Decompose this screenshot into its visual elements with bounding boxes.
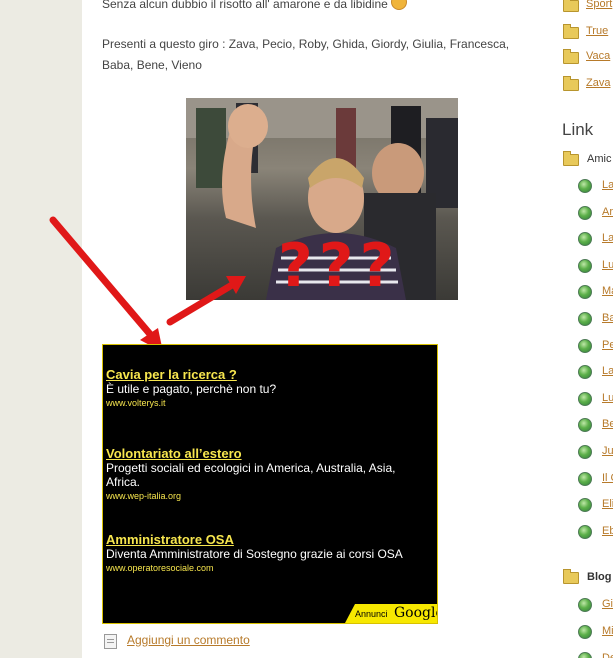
sidebar-link-item[interactable]: Il C — [560, 471, 613, 487]
ad-title-link[interactable]: Volontariato all’estero — [106, 446, 426, 461]
links-category-blog[interactable]: Blog — [560, 569, 613, 586]
sidebar-link-label[interactable]: Mi — [602, 625, 613, 637]
globe-icon — [578, 471, 592, 486]
sidebar-category-item[interactable]: Zava — [560, 76, 613, 93]
sidebar-category-item[interactable]: Sport — [560, 0, 613, 14]
post-photo: ??? — [186, 98, 458, 300]
sidebar-link-item[interactable]: La — [560, 364, 613, 380]
sidebar-link-label[interactable]: Il C — [602, 472, 613, 484]
globe-icon — [578, 312, 592, 326]
sidebar-link-item[interactable]: Lu — [560, 258, 613, 274]
ad-title-link[interactable]: Cavia per la ricerca ? — [106, 367, 426, 382]
sidebar-link-item[interactable]: Mi — [560, 624, 613, 640]
sidebar-link-label[interactable]: La — [602, 232, 613, 244]
links-category-amici[interactable]: Amic — [560, 151, 613, 168]
sidebar-link-item[interactable]: Ju — [560, 444, 613, 460]
smiley-icon — [390, 0, 407, 10]
sidebar-link-label[interactable]: Ar — [602, 206, 613, 218]
folder-icon — [563, 0, 579, 12]
sidebar-category-label[interactable]: Vaca — [586, 50, 610, 62]
globe-icon — [578, 232, 592, 247]
folder-icon — [563, 76, 579, 91]
ad-item[interactable]: Cavia per la ricerca ? È utile e pagato,… — [106, 367, 426, 408]
sidebar-link-item[interactable]: Pe — [560, 338, 613, 354]
sidebar-link-label[interactable]: Pe — [602, 339, 613, 351]
ad-item[interactable]: Volontariato all’estero Progetti sociali… — [106, 446, 426, 501]
ad-description: È utile e pagato, perchè non tu? — [106, 382, 277, 396]
globe-icon — [578, 179, 592, 193]
links-category-label: Blog — [587, 571, 612, 583]
sidebar-category-item[interactable]: Vaca — [560, 49, 613, 66]
links-category-label: Amic — [587, 153, 612, 165]
ad-description: Progetti sociali ed ecologici in America… — [106, 461, 396, 489]
folder-icon — [563, 49, 579, 64]
sidebar-link-label[interactable]: Be — [602, 418, 613, 430]
ad-item[interactable]: Amministratore OSA Diventa Amministrator… — [106, 532, 426, 573]
globe-icon — [578, 338, 592, 353]
sidebar-link-item[interactable]: Ma — [560, 284, 613, 300]
sidebar-link-label[interactable]: Lu — [602, 259, 613, 271]
links-heading: Link — [562, 120, 594, 139]
globe-icon — [578, 391, 592, 406]
globe-icon — [578, 418, 592, 433]
sidebar-link-item[interactable]: Be — [560, 417, 613, 433]
folder-icon — [563, 151, 579, 166]
post-text-line: Senza alcun dubbio il risotto all' amaro… — [102, 0, 442, 15]
sidebar-link-label[interactable]: Gi — [602, 598, 613, 610]
annunci-google-badge[interactable]: Annunci Google — [345, 604, 437, 623]
sidebar-category-label[interactable]: Zava — [586, 77, 610, 89]
question-marks-overlay: ??? — [278, 231, 401, 300]
attendees-text: Presenti a questo giro : Zava, Pecio, Ro… — [102, 37, 510, 72]
sidebar-link-label[interactable]: Lu — [602, 392, 613, 404]
sidebar-link-item[interactable]: Gi — [560, 597, 613, 613]
sidebar-link-label[interactable]: Eb — [602, 525, 613, 537]
ad-url[interactable]: www.operatoresociale.com — [106, 563, 426, 573]
ad-url[interactable]: www.volterys.it — [106, 398, 426, 408]
globe-icon — [578, 498, 592, 513]
globe-icon — [578, 365, 592, 380]
ad-title-link[interactable]: Amministratore OSA — [106, 532, 426, 547]
sidebar-link-label[interactable]: Ma — [602, 285, 613, 297]
globe-icon — [578, 652, 592, 658]
sidebar: Sport True Vaca Zava Link Amic La Ar La Lu Ma Ba Pe L… — [560, 0, 613, 658]
sidebar-link-item[interactable]: Eb — [560, 524, 613, 540]
globe-icon — [578, 285, 592, 300]
sidebar-link-label[interactable]: Eli — [602, 498, 613, 510]
globe-icon — [578, 445, 592, 459]
add-comment-link[interactable]: Aggiungi un commento — [127, 633, 250, 647]
sidebar-category-item[interactable]: True — [560, 24, 613, 41]
sidebar-link-item[interactable]: De — [560, 651, 613, 658]
globe-icon — [578, 205, 592, 220]
folder-icon — [563, 24, 579, 39]
sidebar-link-label[interactable]: La — [602, 365, 613, 377]
globe-icon — [578, 598, 592, 612]
globe-icon — [578, 524, 592, 539]
sidebar-link-item[interactable]: Lu — [560, 391, 613, 407]
globe-icon — [578, 258, 592, 273]
ad-url[interactable]: www.wep-italia.org — [106, 491, 426, 501]
globe-icon — [578, 625, 592, 639]
sidebar-link-label[interactable]: Ju — [602, 445, 613, 457]
sidebar-link-item[interactable]: Eli — [560, 497, 613, 513]
sidebar-category-label[interactable]: Sport — [586, 0, 612, 10]
sidebar-link-label[interactable]: La — [602, 179, 613, 191]
google-logo: Google — [394, 605, 444, 621]
folder-icon — [563, 569, 579, 584]
sidebar-category-label[interactable]: True — [586, 25, 608, 37]
comment-icon — [104, 634, 117, 649]
sidebar-link-item[interactable]: La — [560, 231, 613, 247]
sidebar-link-item[interactable]: Ar — [560, 205, 613, 221]
ads-badge-label: Annunci — [355, 609, 388, 619]
ad-description: Diventa Amministratore di Sostegno grazi… — [106, 547, 403, 561]
sidebar-link-label[interactable]: De — [602, 652, 613, 658]
sidebar-link-item[interactable]: Ba — [560, 311, 613, 327]
sidebar-link-label[interactable]: Ba — [602, 312, 613, 324]
google-ads-box: Cavia per la ricerca ? È utile e pagato,… — [102, 344, 438, 624]
sidebar-link-item[interactable]: La — [560, 178, 613, 194]
